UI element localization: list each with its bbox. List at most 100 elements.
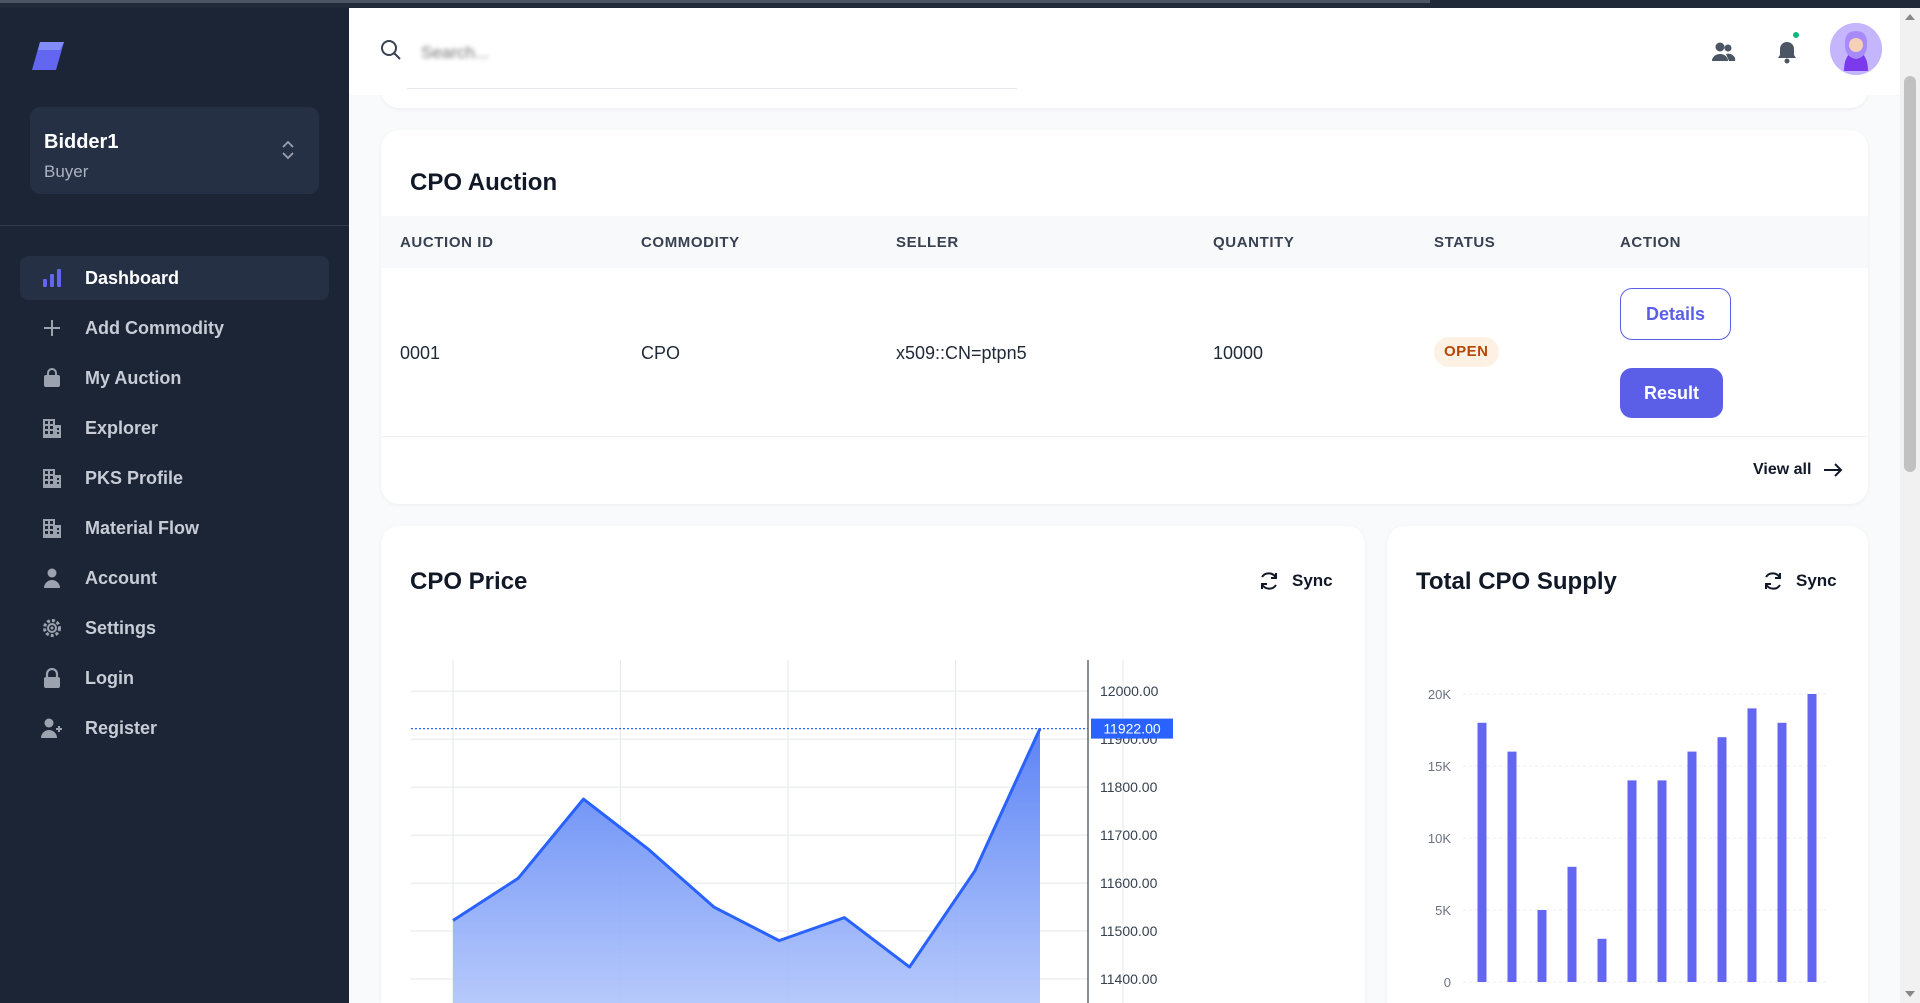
y-tick-label: 11600.00 xyxy=(1100,875,1158,891)
sidebar-item-label: Dashboard xyxy=(85,267,180,288)
sidebar-item-dashboard[interactable]: Dashboard xyxy=(20,256,329,300)
last-price-label: 11922.00 xyxy=(1103,721,1161,737)
cell-commodity: CPO xyxy=(641,343,681,363)
y-tick-label: 11700.00 xyxy=(1100,827,1158,843)
sidebar-item-label: Login xyxy=(85,667,134,688)
sidebar-item-material-flow[interactable]: Material Flow xyxy=(20,506,329,550)
supply-bar xyxy=(1747,708,1757,982)
supply-bar xyxy=(1777,722,1787,982)
building-icon xyxy=(41,417,63,439)
user-icon xyxy=(41,567,63,589)
column-header: ACTION xyxy=(1620,234,1682,251)
sidebar-item-pks-profile[interactable]: PKS Profile xyxy=(20,456,329,500)
shopping-bag-icon xyxy=(41,367,63,389)
logo-icon[interactable] xyxy=(30,38,66,74)
sidebar-item-explorer[interactable]: Explorer xyxy=(20,406,329,450)
column-header: AUCTION ID xyxy=(400,234,494,251)
sidebar-item-account[interactable]: Account xyxy=(20,556,329,600)
bar-chart-icon xyxy=(41,267,63,289)
auction-title: CPO Auction xyxy=(410,169,558,196)
arrow-right-icon xyxy=(1824,463,1843,477)
auction-card: CPO Auction AUCTION ID COMMODITY SELLER … xyxy=(381,130,1868,504)
sidebar-item-label: Register xyxy=(85,717,158,738)
result-button[interactable]: Result xyxy=(1620,368,1723,418)
supply-bar xyxy=(1717,737,1727,982)
sidebar-item-label: Material Flow xyxy=(85,517,200,538)
sidebar-item-label: PKS Profile xyxy=(85,467,184,488)
search-underline xyxy=(407,88,1017,89)
top-header xyxy=(349,8,1900,95)
search-input[interactable] xyxy=(421,40,721,66)
sidebar-item-register[interactable]: Register xyxy=(20,706,329,750)
sidebar-item-label: Add Commodity xyxy=(85,317,224,338)
sidebar-item-login[interactable]: Login xyxy=(20,656,329,700)
supply-bar xyxy=(1537,910,1547,982)
y-tick-label: 10K xyxy=(1428,831,1451,846)
view-all-link[interactable]: View all xyxy=(1753,461,1843,479)
supply-chart: 20K 15K 10K 5K 0 xyxy=(1428,687,1827,990)
cell-seller: x509::CN=ptpn5 xyxy=(896,343,1027,363)
building-icon xyxy=(41,517,63,539)
browser-top-strip xyxy=(0,0,1920,8)
sidebar-item-label: Explorer xyxy=(85,417,159,438)
y-tick-label: 12000.00 xyxy=(1100,683,1159,699)
supply-bar xyxy=(1657,780,1667,982)
status-badge: OPEN xyxy=(1434,337,1499,367)
lock-icon xyxy=(41,667,63,689)
y-tick-label: 11500.00 xyxy=(1100,923,1158,939)
gear-icon xyxy=(41,617,63,639)
y-tick-label: 11400.00 xyxy=(1100,971,1158,987)
sidebar-item-add-commodity[interactable]: Add Commodity xyxy=(20,306,329,350)
supply-bar xyxy=(1807,694,1817,982)
price-chart: 12000.0011900.0011800.0011700.0011600.00… xyxy=(411,660,1173,1003)
supply-bar xyxy=(1507,751,1517,982)
sidebar-item-my-auction[interactable]: My Auction xyxy=(20,356,329,400)
y-tick-label: 11800.00 xyxy=(1100,779,1158,795)
sidebar-item-settings[interactable]: Settings xyxy=(20,606,329,650)
account-role: Buyer xyxy=(44,162,89,181)
chevron-up-down-icon xyxy=(282,140,294,160)
sidebar-divider xyxy=(0,225,349,226)
account-name: Bidder1 xyxy=(44,131,119,153)
price-area xyxy=(453,728,1040,1003)
sidebar-nav: Dashboard Add Commodity My Auction Explo… xyxy=(20,256,329,756)
account-switcher[interactable]: Bidder1 Buyer xyxy=(30,107,319,194)
cell-quantity: 10000 xyxy=(1213,343,1264,363)
column-header: SELLER xyxy=(896,234,959,251)
column-header: COMMODITY xyxy=(641,234,740,251)
supply-bar xyxy=(1477,722,1487,982)
building-icon xyxy=(41,467,63,489)
bell-icon[interactable] xyxy=(1773,38,1801,66)
column-header: QUANTITY xyxy=(1213,234,1295,251)
row-divider xyxy=(381,436,1868,437)
notification-dot xyxy=(1791,30,1801,40)
supply-bar xyxy=(1627,780,1637,982)
scroll-down-arrow[interactable] xyxy=(1905,991,1915,997)
column-header: STATUS xyxy=(1434,234,1496,251)
supply-bar xyxy=(1687,751,1697,982)
sidebar-item-label: My Auction xyxy=(85,367,182,388)
search-icon[interactable] xyxy=(379,38,403,62)
view-all-label: View all xyxy=(1753,461,1812,478)
table-header: AUCTION ID COMMODITY SELLER QUANTITY STA… xyxy=(381,216,1868,268)
sidebar-item-label: Settings xyxy=(85,617,157,638)
supply-bar xyxy=(1567,866,1577,982)
user-plus-icon xyxy=(41,717,63,739)
supply-card: Total CPO Supply Sync 20K 15K 10K 5K 0 xyxy=(1387,526,1868,1003)
users-icon[interactable] xyxy=(1709,38,1737,66)
sidebar-item-label: Account xyxy=(85,567,157,588)
page-scrollbar[interactable] xyxy=(1900,8,1920,1003)
y-tick-label: 20K xyxy=(1428,687,1451,702)
scrollbar-thumb[interactable] xyxy=(1904,76,1916,472)
cell-auction-id: 0001 xyxy=(400,343,441,363)
price-card: CPO Price Sync 12000.00 11900.00 11800.00 1… xyxy=(381,526,1365,1003)
supply-bar xyxy=(1597,938,1607,982)
sidebar: Bidder1 Buyer Dashboard Add Commodity My… xyxy=(0,8,349,1003)
y-tick-label: 0 xyxy=(1444,975,1451,990)
y-tick-label: 5K xyxy=(1435,903,1451,918)
scroll-up-arrow[interactable] xyxy=(1905,14,1915,20)
avatar[interactable] xyxy=(1830,23,1882,75)
y-tick-label: 15K xyxy=(1428,759,1451,774)
details-button[interactable]: Details xyxy=(1620,288,1731,340)
plus-icon xyxy=(41,317,63,339)
